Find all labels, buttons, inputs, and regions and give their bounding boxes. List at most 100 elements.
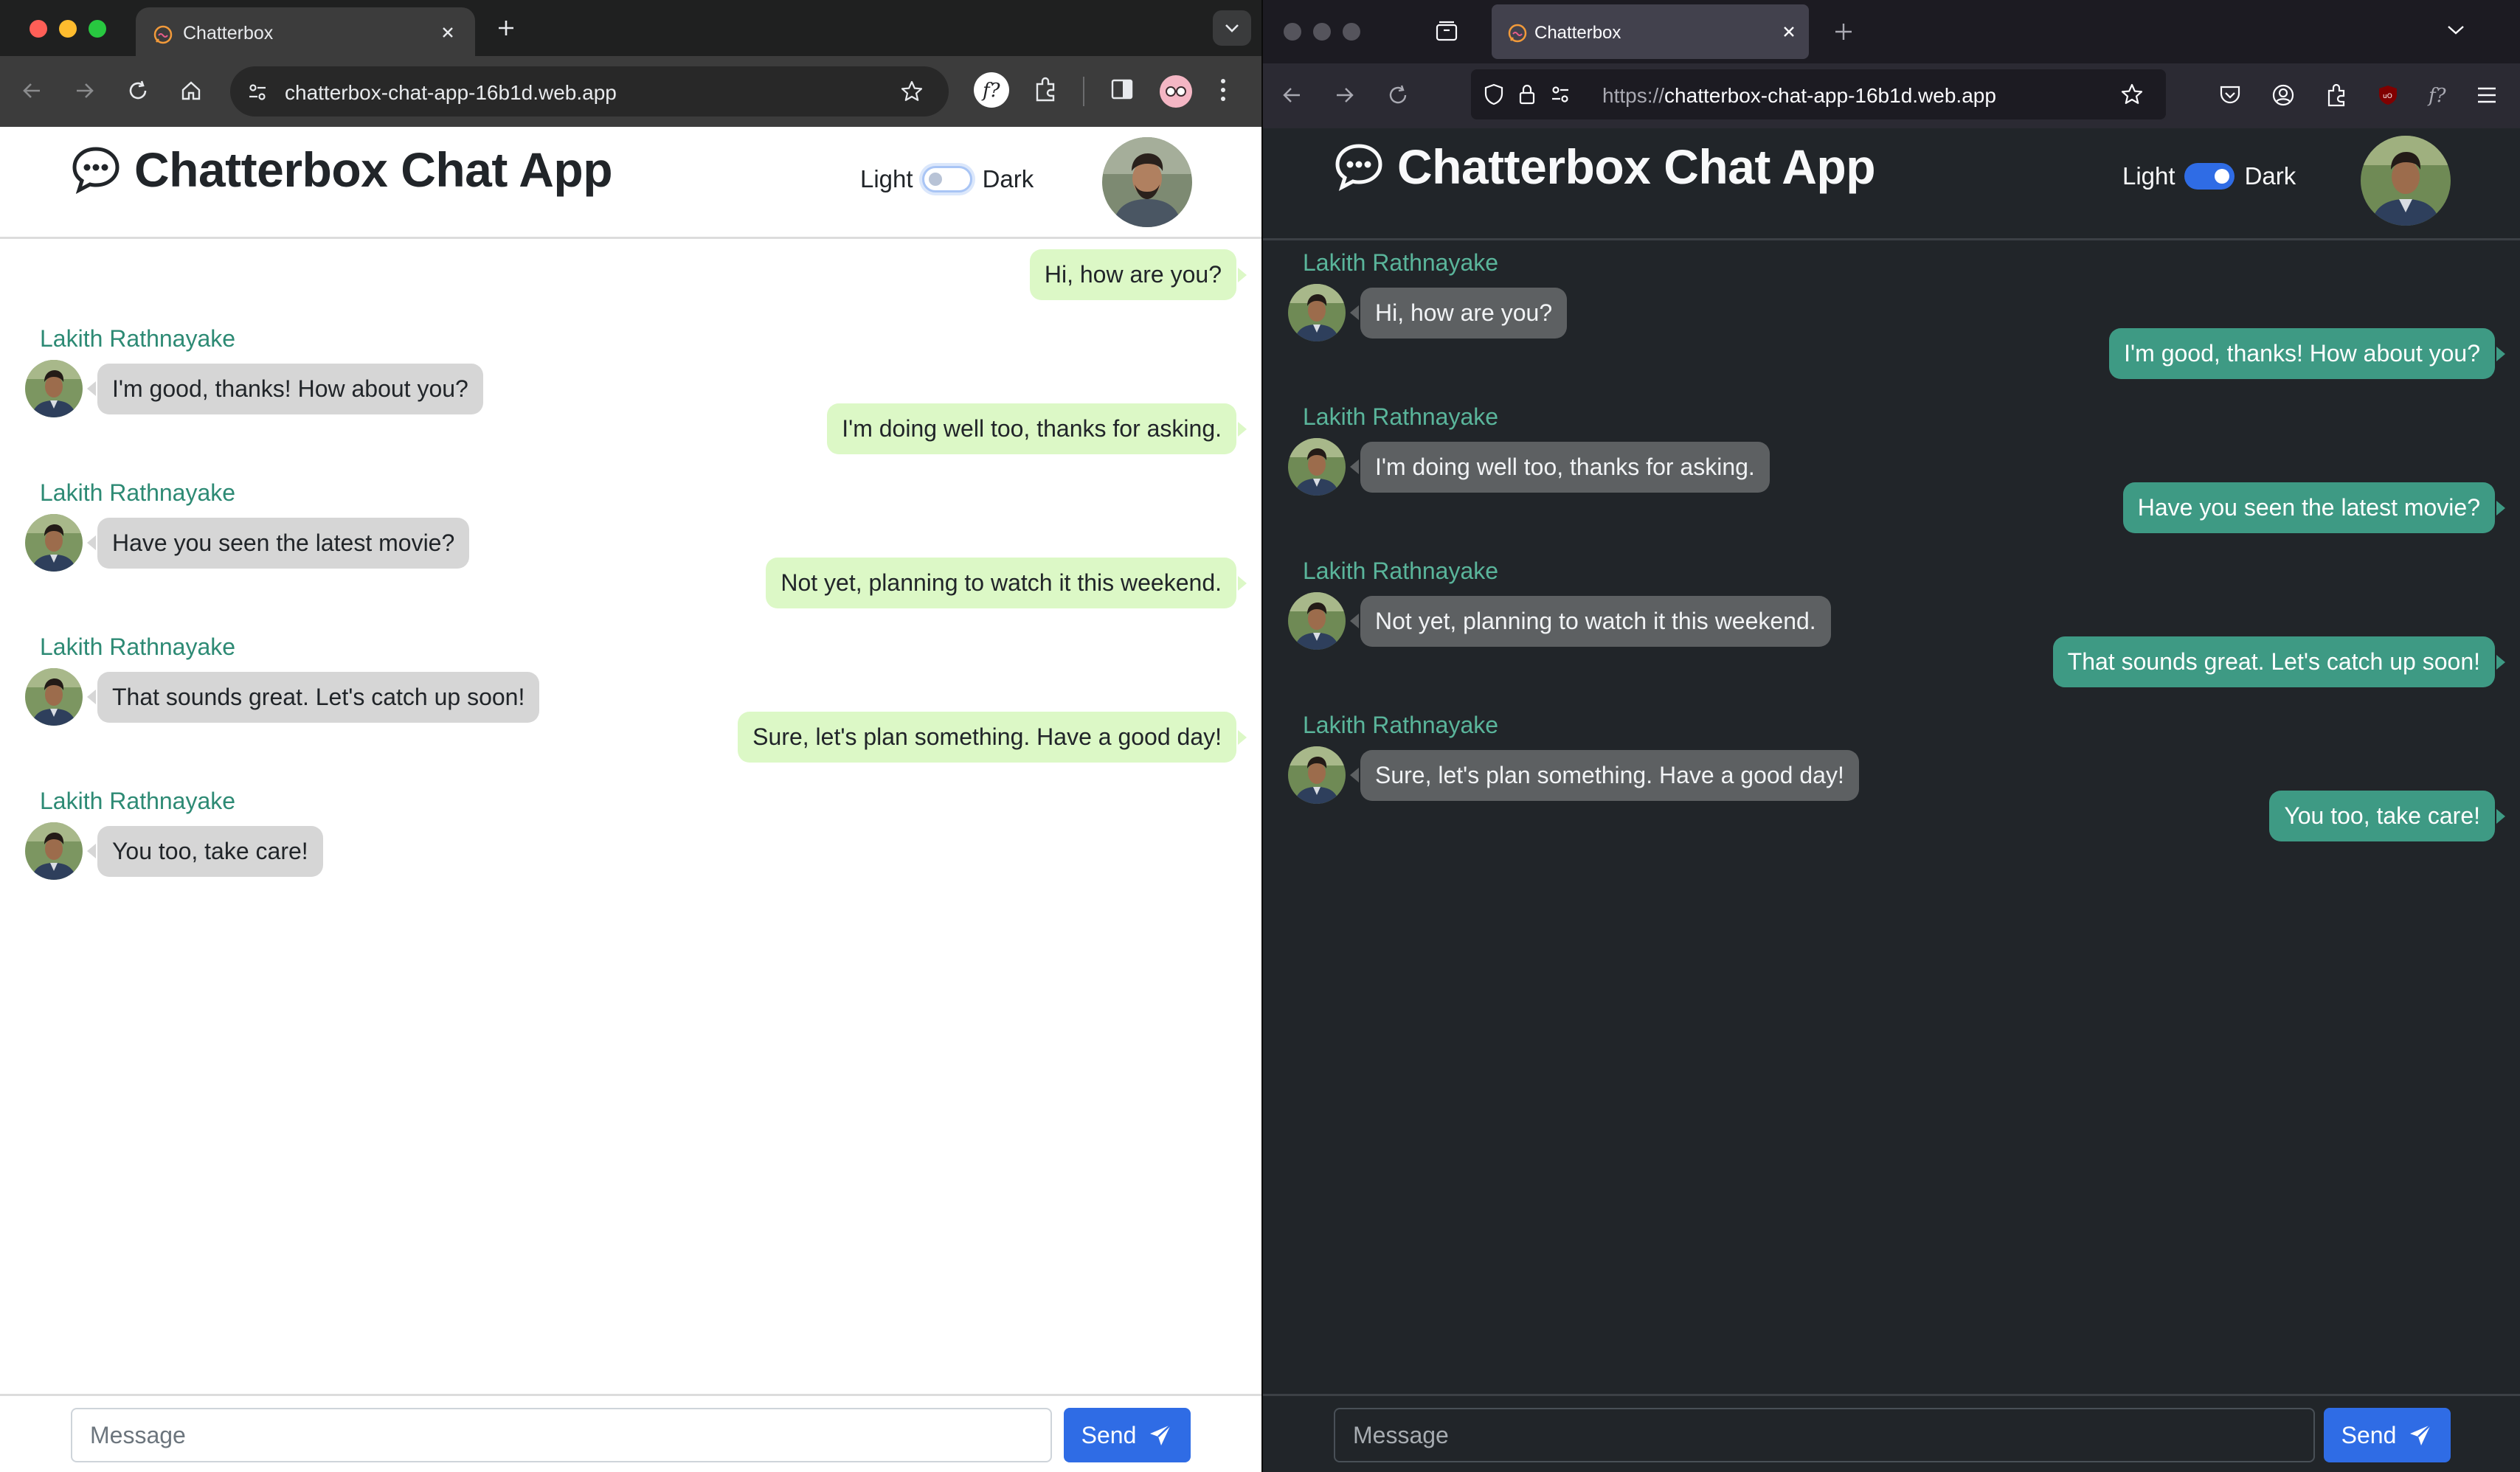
account-icon[interactable] [2271, 83, 2296, 108]
address-bar[interactable]: https://chatterbox-chat-app-16b1d.web.ap… [1471, 69, 2166, 119]
chrome-toolbar: chatterbox-chat-app-16b1d.web.app f? [0, 56, 1261, 127]
sender-avatar[interactable] [1288, 438, 1346, 496]
user-profile-avatar[interactable] [2361, 136, 2451, 226]
sender-avatar[interactable] [25, 668, 83, 726]
message-input[interactable] [1334, 1408, 2315, 1462]
forward-icon[interactable] [72, 78, 97, 103]
tab-search-button[interactable] [1213, 10, 1251, 46]
send-label: Send [2341, 1421, 2397, 1448]
sender-avatar[interactable] [25, 514, 83, 572]
incoming-message: Lakith Rathnayake I'm good, thanks! How a… [25, 325, 483, 417]
user-profile-avatar[interactable] [1102, 137, 1192, 227]
outgoing-message: Sure, let's plan something. Have a good … [738, 712, 1247, 763]
message-bubble-out: I'm doing well too, thanks for asking. [827, 403, 1247, 454]
zoom-window-button[interactable] [89, 20, 106, 38]
tab-title: Chatterbox [1534, 23, 1621, 43]
close-window-button[interactable] [30, 20, 47, 38]
profile-icon[interactable] [1160, 75, 1192, 108]
chatterbox-favicon-icon [1508, 24, 1527, 43]
chat-messages: Hi, how are you? Lakith Rathnayake I'm goo… [0, 242, 1261, 1397]
sender-avatar[interactable] [1288, 284, 1346, 341]
close-window-button[interactable] [1284, 23, 1301, 41]
sender-name: Lakith Rathnayake [1303, 558, 1499, 584]
outgoing-message: You too, take care! [2269, 791, 2505, 841]
incoming-message: Lakith Rathnayake You too, take care! [25, 788, 323, 880]
zoom-window-button[interactable] [1343, 23, 1360, 41]
sender-avatar[interactable] [25, 822, 83, 880]
app-title: Chatterbox Chat App [1397, 139, 1876, 194]
minimize-window-button[interactable] [59, 20, 77, 38]
message-bubble-in: I'm doing well too, thanks for asking. [1350, 441, 1770, 493]
list-all-tabs-icon[interactable] [2446, 24, 2465, 37]
new-tab-icon[interactable] [1832, 21, 1855, 43]
chat-bubble-icon [72, 147, 120, 195]
sender-name: Lakith Rathnayake [1303, 403, 1499, 430]
theme-light-label: Light [2122, 162, 2175, 190]
lock-icon[interactable] [1517, 83, 1537, 106]
bookmark-star-icon[interactable] [2120, 83, 2144, 106]
message-input[interactable] [71, 1408, 1052, 1462]
permissions-icon[interactable] [1549, 83, 1571, 105]
back-icon[interactable] [1279, 83, 1304, 108]
theme-toggle[interactable]: Light Dark [2122, 162, 2296, 190]
incoming-message: Lakith Rathnayake I'm doing well too, tha… [1288, 403, 1770, 496]
message-bubble-out: Hi, how are you? [1029, 249, 1247, 300]
incoming-message: Lakith Rathnayake Not yet, planning to wa… [1288, 558, 1831, 650]
extensions-icon[interactable] [1031, 75, 1059, 103]
close-tab-icon[interactable] [440, 24, 456, 41]
back-icon[interactable] [19, 78, 44, 103]
ublock-icon[interactable]: uO [2377, 84, 2399, 106]
url-text: https://chatterbox-chat-app-16b1d.web.ap… [1602, 84, 1996, 107]
bookmark-star-icon[interactable] [900, 80, 924, 103]
font-finder-extension-icon[interactable]: f? [2424, 80, 2454, 109]
sender-avatar[interactable] [25, 360, 83, 417]
incoming-message: Lakith Rathnayake That sounds great. Let'… [25, 633, 540, 726]
shield-icon[interactable] [1483, 83, 1505, 106]
extensions-icon[interactable] [2324, 83, 2349, 108]
tab-overview-icon[interactable] [1434, 19, 1459, 44]
incoming-message: Lakith Rathnayake Sure, let's plan someth… [1288, 712, 1859, 804]
home-icon[interactable] [179, 78, 204, 103]
chevron-down-icon [1225, 24, 1239, 32]
svg-text:uO: uO [2383, 93, 2392, 100]
forward-icon[interactable] [1332, 83, 1357, 108]
message-composer: Send [0, 1394, 1261, 1472]
close-tab-icon[interactable] [1781, 24, 1797, 40]
firefox-window: Chatterbox https://chatterbox-chat-app-1… [1263, 0, 2520, 1472]
address-bar[interactable]: chatterbox-chat-app-16b1d.web.app [230, 66, 949, 117]
app-header: Chatterbox Chat App Light Dark [1263, 128, 2520, 240]
chat-app-light: Chatterbox Chat App Light Dark Hi, how a… [0, 127, 1261, 1472]
site-info-icon[interactable] [246, 81, 269, 103]
message-bubble-out: You too, take care! [2269, 791, 2505, 841]
theme-switch[interactable] [2184, 163, 2235, 190]
sender-name: Lakith Rathnayake [1303, 712, 1499, 738]
font-finder-extension-icon[interactable]: f? [974, 72, 1009, 108]
minimize-window-button[interactable] [1313, 23, 1331, 41]
theme-dark-label: Dark [2244, 162, 2296, 190]
outgoing-message: I'm doing well too, thanks for asking. [827, 403, 1247, 454]
theme-switch[interactable] [921, 166, 972, 192]
sender-avatar[interactable] [1288, 592, 1346, 650]
reload-icon[interactable] [1385, 83, 1410, 108]
side-panel-icon[interactable] [1110, 77, 1135, 102]
pocket-icon[interactable] [2218, 83, 2243, 108]
sender-name: Lakith Rathnayake [40, 325, 236, 352]
reload-icon[interactable] [125, 78, 150, 103]
send-button[interactable]: Send [2324, 1408, 2451, 1462]
browser-tab[interactable]: Chatterbox [1492, 4, 1809, 59]
message-composer: Send [1263, 1394, 2520, 1472]
message-bubble-out: Not yet, planning to watch it this weeke… [766, 558, 1247, 608]
outgoing-message: Not yet, planning to watch it this weeke… [766, 558, 1247, 608]
firefox-tab-strip: Chatterbox [1263, 0, 2520, 63]
menu-icon[interactable] [1219, 77, 1228, 103]
menu-icon[interactable] [2476, 86, 2498, 105]
new-tab-icon[interactable] [496, 18, 516, 38]
url-text: chatterbox-chat-app-16b1d.web.app [285, 81, 617, 104]
sender-name: Lakith Rathnayake [1303, 249, 1499, 276]
send-button[interactable]: Send [1064, 1408, 1191, 1462]
theme-toggle[interactable]: Light Dark [860, 165, 1034, 193]
message-bubble-in: Sure, let's plan something. Have a good … [1350, 749, 1859, 801]
browser-tab[interactable]: Chatterbox [136, 7, 475, 56]
sender-avatar[interactable] [1288, 746, 1346, 804]
paper-plane-icon [2410, 1424, 2432, 1445]
